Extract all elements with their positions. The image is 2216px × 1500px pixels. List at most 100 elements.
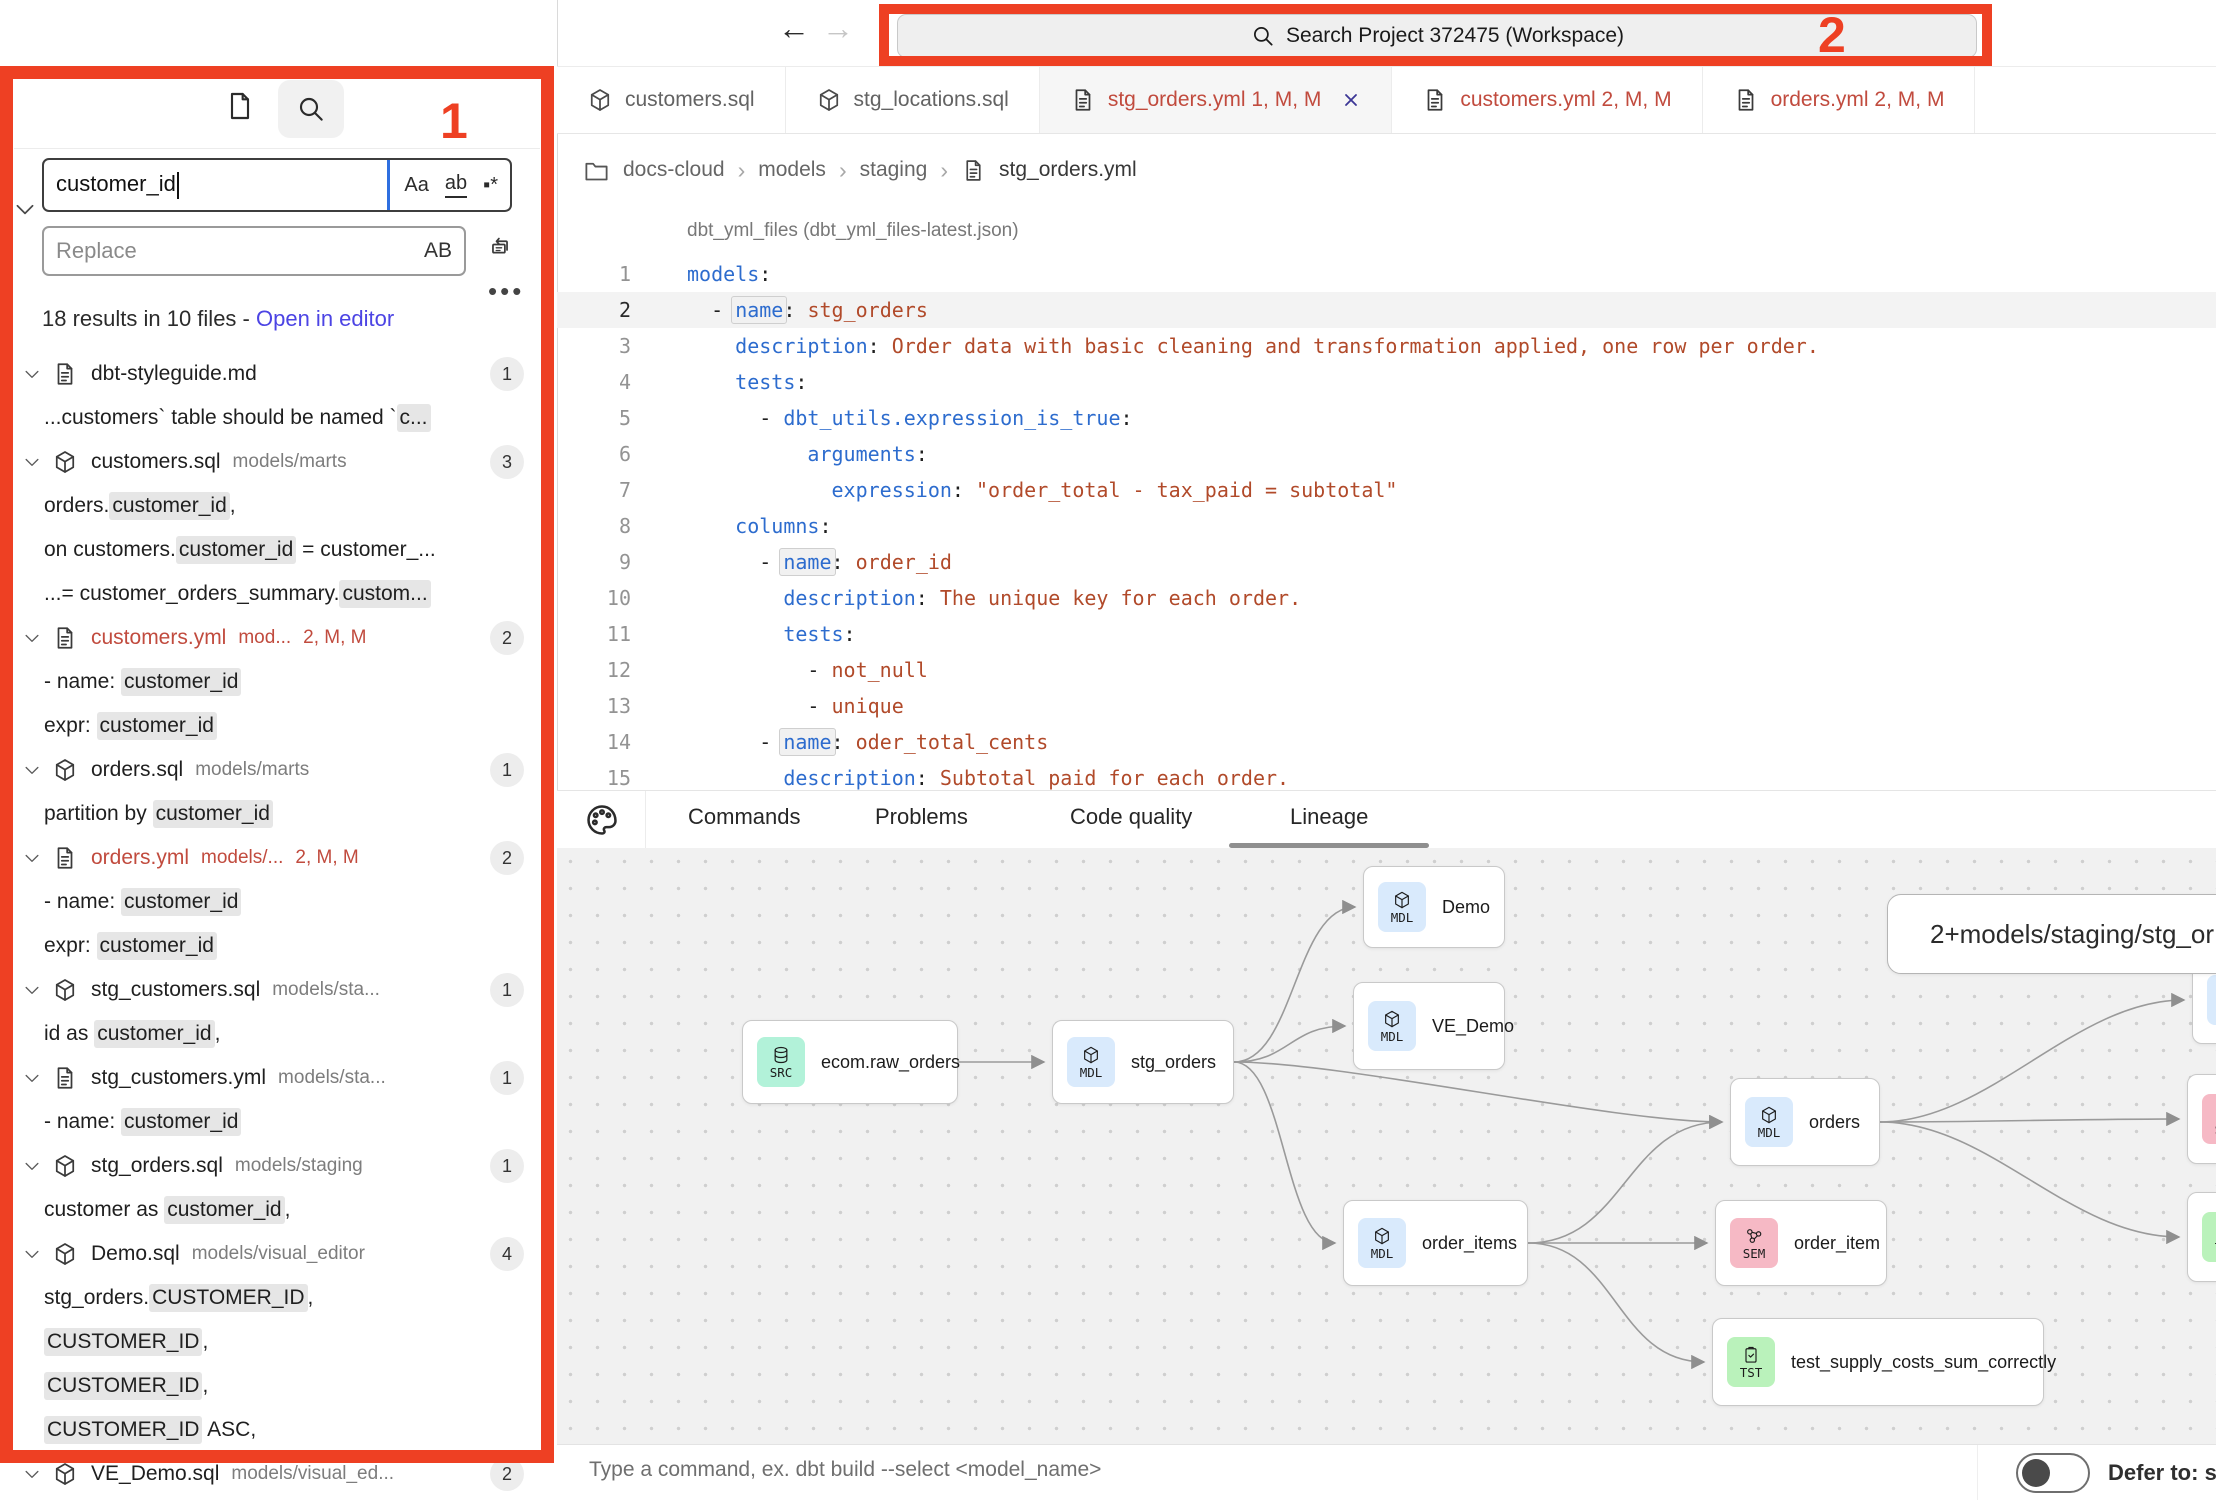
node-type-badge: TST	[2202, 1212, 2216, 1262]
lineage-node-stg_orders[interactable]: MDLstg_orders	[1052, 1020, 1234, 1104]
command-input[interactable]: Type a command, ex. dbt build --select <…	[589, 1458, 1101, 1482]
cube-icon	[816, 87, 842, 113]
code-line-9[interactable]: 9 - name: order_id	[557, 544, 2216, 580]
search-result-file-row[interactable]: orders.ymlmodels/...2, M, M2	[0, 836, 541, 880]
breadcrumb-item[interactable]: models	[758, 158, 826, 182]
search-result-match-row[interactable]: partition by customer_id	[0, 792, 541, 836]
whole-word-button[interactable]: ab	[445, 172, 467, 198]
badge-label: SEM	[1743, 1247, 1766, 1260]
defer-toggle[interactable]	[2016, 1453, 2090, 1493]
search-result-match-row[interactable]: stg_orders.CUSTOMER_ID,	[0, 1276, 541, 1320]
search-input[interactable]: customer_id Aa ab ▪*	[42, 158, 512, 212]
code-line-2[interactable]: 2 - name: stg_orders	[557, 292, 2216, 328]
open-in-editor-link[interactable]: Open in editor	[256, 306, 394, 331]
panel-tab-problems[interactable]: Problems	[875, 804, 968, 830]
lineage-node-sem-stub[interactable]: SEM	[2187, 1074, 2216, 1164]
search-result-match-row[interactable]: ...customers` table should be named `c..…	[0, 396, 541, 440]
search-result-file-row[interactable]: stg_orders.sqlmodels/staging1	[0, 1144, 541, 1188]
tab-label: customers.sql	[625, 88, 755, 112]
code-line-6[interactable]: 6 arguments:	[557, 436, 2216, 472]
search-result-file-row[interactable]: customers.ymlmod...2, M, M2	[0, 616, 541, 660]
line-number: 4	[557, 370, 631, 394]
search-result-file-row[interactable]: stg_customers.sqlmodels/sta...1	[0, 968, 541, 1012]
match-highlight: customer_id	[121, 668, 241, 696]
search-result-match-row[interactable]: - name: customer_id	[0, 660, 541, 704]
lineage-node-order_item[interactable]: SEMorder_item	[1715, 1200, 1887, 1286]
code-line-7[interactable]: 7 expression: "order_total - tax_paid = …	[557, 472, 2216, 508]
chevron-icon	[22, 364, 42, 384]
search-result-file-row[interactable]: customers.sqlmodels/marts3	[0, 440, 541, 484]
match-count-badge: 2	[490, 1457, 524, 1491]
match-case-button[interactable]: Aa	[404, 174, 428, 197]
search-result-match-row[interactable]: - name: customer_id	[0, 1100, 541, 1144]
search-result-match-row[interactable]: id as customer_id,	[0, 1012, 541, 1056]
theme-palette-icon[interactable]	[583, 801, 621, 839]
code-editor[interactable]: 1models:2 - name: stg_orders3 descriptio…	[557, 256, 2216, 790]
search-result-match-row[interactable]: orders.customer_id,	[0, 484, 541, 528]
code-line-11[interactable]: 11 tests:	[557, 616, 2216, 652]
code-line-3[interactable]: 3 description: Order data with basic cle…	[557, 328, 2216, 364]
forward-arrow-icon[interactable]: →	[822, 10, 854, 47]
lineage-collapsed-group[interactable]: 2+models/staging/stg_or	[1887, 894, 2216, 974]
lineage-node-orders[interactable]: MDLorders	[1730, 1078, 1880, 1166]
toggle-replace-chevron-icon[interactable]	[12, 196, 38, 222]
code-line-8[interactable]: 8 columns:	[557, 508, 2216, 544]
lineage-node-VE_Demo[interactable]: MDLVE_Demo	[1353, 982, 1505, 1070]
preserve-case-button[interactable]: AB	[424, 239, 464, 263]
breadcrumb-item[interactable]: staging	[860, 158, 928, 182]
search-result-file-row[interactable]: dbt-styleguide.md1	[0, 352, 541, 396]
search-panel-button[interactable]	[278, 80, 344, 138]
lineage-node-test_supply_costs_sum_correctly[interactable]: TSTtest_supply_costs_sum_correctly	[1712, 1318, 2044, 1406]
code-line-15[interactable]: 15 description: Subtotal paid for each o…	[557, 760, 2216, 790]
replace-all-button[interactable]	[487, 231, 513, 257]
search-result-match-row[interactable]: CUSTOMER_ID,	[0, 1320, 541, 1364]
code-line-12[interactable]: 12 - not_null	[557, 652, 2216, 688]
tab-customers.sql[interactable]: customers.sql	[557, 67, 786, 133]
result-file-name: Demo.sql	[91, 1242, 180, 1266]
breadcrumb-item[interactable]: docs-cloud	[623, 158, 725, 182]
search-result-file-row[interactable]: Demo.sqlmodels/visual_editor4	[0, 1232, 541, 1276]
panel-tab-commands[interactable]: Commands	[688, 804, 800, 830]
lineage-node-Demo[interactable]: MDLDemo	[1363, 866, 1505, 948]
code-line-14[interactable]: 14 - name: oder_total_cents	[557, 724, 2216, 760]
tab-stg_locations.sql[interactable]: stg_locations.sql	[786, 67, 1040, 133]
node-type-badge: MDL	[1378, 882, 1426, 932]
search-result-match-row[interactable]: CUSTOMER_ID ASC,	[0, 1408, 541, 1452]
tab-stg_orders.yml[interactable]: stg_orders.yml 1, M, M	[1040, 67, 1393, 133]
lineage-node-order_items[interactable]: MDLorder_items	[1343, 1200, 1528, 1286]
search-result-match-row[interactable]: ...= customer_orders_summary.custom...	[0, 572, 541, 616]
regex-button[interactable]: ▪*	[483, 174, 498, 197]
search-result-match-row[interactable]: expr: customer_id	[0, 924, 541, 968]
match-text: ...= customer_orders_summary.	[44, 582, 339, 606]
code-text: - not_null	[687, 658, 928, 682]
badge-label: SRC	[770, 1066, 793, 1079]
search-result-file-row[interactable]: orders.sqlmodels/marts1	[0, 748, 541, 792]
node-type-badge: SRC	[757, 1037, 805, 1087]
search-result-file-row[interactable]: stg_customers.ymlmodels/sta...1	[0, 1056, 541, 1100]
tab-orders.yml[interactable]: orders.yml 2, M, M	[1703, 67, 1976, 133]
search-result-file-row[interactable]: VE_Demo.sqlmodels/visual_ed...2	[0, 1452, 541, 1496]
more-options-button[interactable]: •••	[488, 276, 524, 307]
search-result-match-row[interactable]: CUSTOMER_ID,	[0, 1364, 541, 1408]
search-result-match-row[interactable]: on customers.customer_id = customer_...	[0, 528, 541, 572]
lineage-node-tst-stub[interactable]: TST	[2187, 1192, 2216, 1282]
code-line-1[interactable]: 1models:	[557, 256, 2216, 292]
search-result-match-row[interactable]: - name: customer_id	[0, 880, 541, 924]
code-line-5[interactable]: 5 - dbt_utils.expression_is_true:	[557, 400, 2216, 436]
search-result-match-row[interactable]: expr: customer_id	[0, 704, 541, 748]
close-tab-icon[interactable]	[1341, 90, 1361, 110]
code-line-10[interactable]: 10 description: The unique key for each …	[557, 580, 2216, 616]
panel-tab-lineage[interactable]: Lineage	[1290, 804, 1368, 830]
tab-customers.yml[interactable]: customers.yml 2, M, M	[1392, 67, 1702, 133]
panel-tab-code-quality[interactable]: Code quality	[1070, 804, 1192, 830]
search-result-match-row[interactable]: customer as customer_id,	[0, 1188, 541, 1232]
lineage-node-ecom.raw_orders[interactable]: SRCecom.raw_orders	[742, 1020, 958, 1104]
back-arrow-icon[interactable]: ←	[778, 10, 810, 47]
match-highlight: CUSTOMER_ID	[149, 1284, 307, 1312]
lineage-canvas[interactable]: SRCecom.raw_ordersMDLstg_ordersMDLDemoMD…	[557, 848, 2216, 1444]
replace-input[interactable]: Replace AB	[42, 226, 466, 276]
code-line-13[interactable]: 13 - unique	[557, 688, 2216, 724]
project-search-bar[interactable]: Search Project 372475 (Workspace)	[897, 14, 1977, 58]
code-line-4[interactable]: 4 tests:	[557, 364, 2216, 400]
file-explorer-icon[interactable]	[224, 90, 256, 122]
